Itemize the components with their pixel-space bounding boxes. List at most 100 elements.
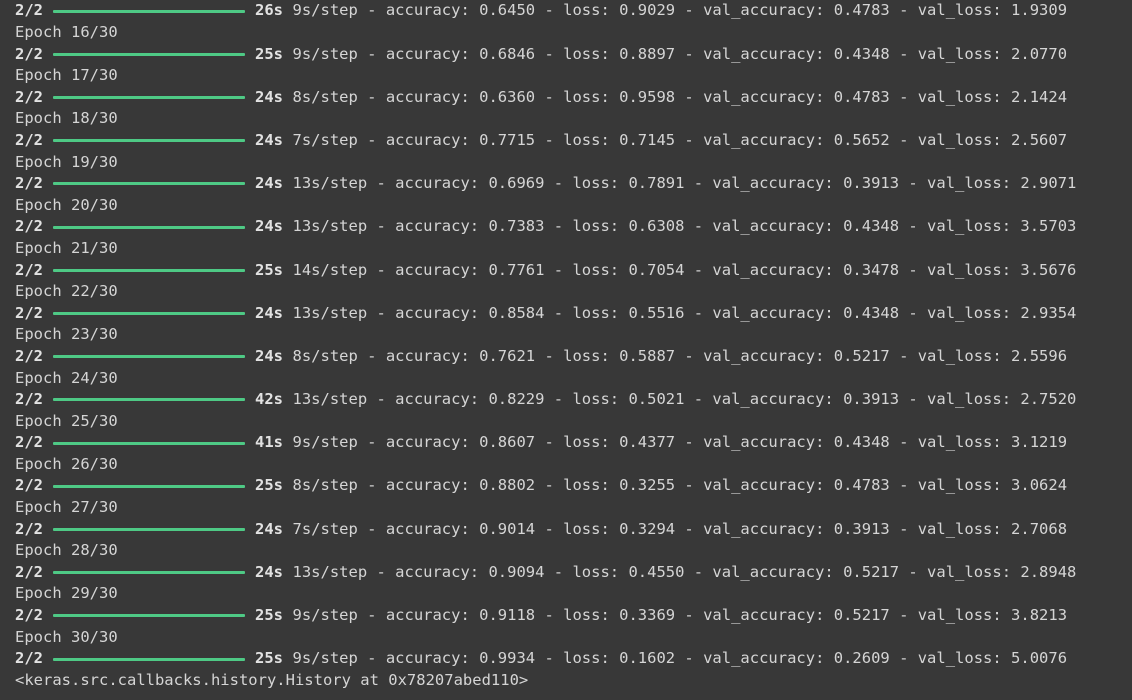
progress-bar [53,182,245,186]
epoch-label: Epoch 23/30 [15,325,118,344]
metrics-text: 8s/step - accuracy: 0.8802 - loss: 0.325… [292,476,1068,495]
elapsed-time: 25s [255,476,283,495]
progress-bar [53,52,245,56]
metrics-text: 9s/step - accuracy: 0.8607 - loss: 0.437… [292,433,1068,452]
step-count: 2/2 [15,476,43,495]
progress-bar [53,614,245,618]
progress-bar [53,398,245,402]
progress-bar [53,571,245,575]
progress-line: 2/2 24s 7s/step - accuracy: 0.9014 - loss:… [15,519,1132,541]
epoch-label: Epoch 26/30 [15,454,118,473]
elapsed-time: 24s [255,174,283,193]
metrics-text: 9s/step - accuracy: 0.9934 - loss: 0.160… [292,649,1068,668]
progress-line: 2/2 25s 14s/step - accuracy: 0.7761 - loss… [15,260,1132,282]
elapsed-time: 24s [255,519,283,538]
epoch-header: Epoch 18/30 [15,108,1132,130]
progress-line: 2/2 42s 13s/step - accuracy: 0.8229 - loss… [15,389,1132,411]
metrics-text: 9s/step - accuracy: 0.9118 - loss: 0.336… [292,606,1068,625]
step-count: 2/2 [15,174,43,193]
step-count: 2/2 [15,649,43,668]
elapsed-time: 24s [255,130,283,149]
epoch-label: Epoch 25/30 [15,411,118,430]
elapsed-time: 25s [255,260,283,279]
epoch-header: Epoch 26/30 [15,454,1132,476]
progress-line: 2/2 25s 9s/step - accuracy: 0.6846 - loss:… [15,44,1132,66]
epoch-label: Epoch 21/30 [15,238,118,257]
elapsed-time: 24s [255,562,283,581]
epoch-header: Epoch 16/30 [15,22,1132,44]
epoch-label: Epoch 19/30 [15,152,118,171]
elapsed-time: 24s [255,87,283,106]
step-count: 2/2 [15,346,43,365]
epoch-label: Epoch 18/30 [15,109,118,128]
step-count: 2/2 [15,44,43,63]
epoch-header: Epoch 24/30 [15,368,1132,390]
epoch-header: Epoch 25/30 [15,411,1132,433]
progress-bar [53,527,245,531]
elapsed-time: 25s [255,44,283,63]
epoch-header: Epoch 17/30 [15,65,1132,87]
progress-line: 2/2 26s 9s/step - accuracy: 0.6450 - loss:… [15,0,1132,22]
epoch-label: Epoch 29/30 [15,584,118,603]
progress-bar [53,657,245,661]
epoch-header: Epoch 27/30 [15,497,1132,519]
metrics-text: 7s/step - accuracy: 0.7715 - loss: 0.714… [292,130,1068,149]
metrics-text: 9s/step - accuracy: 0.6846 - loss: 0.889… [292,44,1068,63]
metrics-text: 7s/step - accuracy: 0.9014 - loss: 0.329… [292,519,1068,538]
progress-bar [53,312,245,316]
metrics-text: 9s/step - accuracy: 0.6450 - loss: 0.902… [292,1,1068,20]
return-value-line: <keras.src.callbacks.history.History at … [15,670,1132,692]
progress-bar [53,225,245,229]
progress-bar [53,355,245,359]
epoch-label: Epoch 30/30 [15,627,118,646]
progress-line: 2/2 24s 13s/step - accuracy: 0.7383 - loss… [15,216,1132,238]
epoch-header: Epoch 19/30 [15,152,1132,174]
elapsed-time: 41s [255,433,283,452]
epoch-header: Epoch 22/30 [15,281,1132,303]
step-count: 2/2 [15,260,43,279]
epoch-header: Epoch 29/30 [15,583,1132,605]
step-count: 2/2 [15,130,43,149]
epoch-header: Epoch 23/30 [15,324,1132,346]
metrics-text: 13s/step - accuracy: 0.9094 - loss: 0.45… [292,562,1077,581]
elapsed-time: 24s [255,303,283,322]
metrics-text: 13s/step - accuracy: 0.7383 - loss: 0.63… [292,217,1077,236]
elapsed-time: 25s [255,606,283,625]
elapsed-time: 25s [255,649,283,668]
progress-line: 2/2 25s 9s/step - accuracy: 0.9934 - loss:… [15,648,1132,670]
epoch-label: Epoch 24/30 [15,368,118,387]
progress-line: 2/2 25s 9s/step - accuracy: 0.9118 - loss:… [15,605,1132,627]
progress-bar [53,139,245,143]
step-count: 2/2 [15,217,43,236]
step-count: 2/2 [15,303,43,322]
elapsed-time: 42s [255,390,283,409]
epoch-header: Epoch 20/30 [15,195,1132,217]
progress-bar [53,484,245,488]
progress-line: 2/2 25s 8s/step - accuracy: 0.8802 - loss:… [15,475,1132,497]
elapsed-time: 24s [255,217,283,236]
progress-line: 2/2 24s 13s/step - accuracy: 0.6969 - loss… [15,173,1132,195]
elapsed-time: 24s [255,346,283,365]
step-count: 2/2 [15,1,43,20]
metrics-text: 13s/step - accuracy: 0.8229 - loss: 0.50… [292,390,1077,409]
epoch-label: Epoch 20/30 [15,195,118,214]
step-count: 2/2 [15,519,43,538]
progress-line: 2/2 24s 7s/step - accuracy: 0.7715 - loss:… [15,130,1132,152]
metrics-text: 13s/step - accuracy: 0.8584 - loss: 0.55… [292,303,1077,322]
epoch-header: Epoch 21/30 [15,238,1132,260]
history-object-repr: <keras.src.callbacks.history.History at … [15,670,529,689]
progress-line: 2/2 24s 8s/step - accuracy: 0.7621 - loss:… [15,346,1132,368]
step-count: 2/2 [15,390,43,409]
progress-bar [53,9,245,13]
epoch-header: Epoch 28/30 [15,540,1132,562]
epoch-label: Epoch 22/30 [15,282,118,301]
metrics-text: 14s/step - accuracy: 0.7761 - loss: 0.70… [292,260,1077,279]
step-count: 2/2 [15,87,43,106]
metrics-text: 8s/step - accuracy: 0.7621 - loss: 0.588… [292,346,1068,365]
epoch-label: Epoch 17/30 [15,66,118,85]
progress-bar [53,96,245,100]
elapsed-time: 26s [255,1,283,20]
progress-line: 2/2 24s 13s/step - accuracy: 0.9094 - loss… [15,562,1132,584]
training-output-console: 2/2 26s 9s/step - accuracy: 0.6450 - loss:… [0,0,1132,691]
progress-line: 2/2 41s 9s/step - accuracy: 0.8607 - loss:… [15,432,1132,454]
